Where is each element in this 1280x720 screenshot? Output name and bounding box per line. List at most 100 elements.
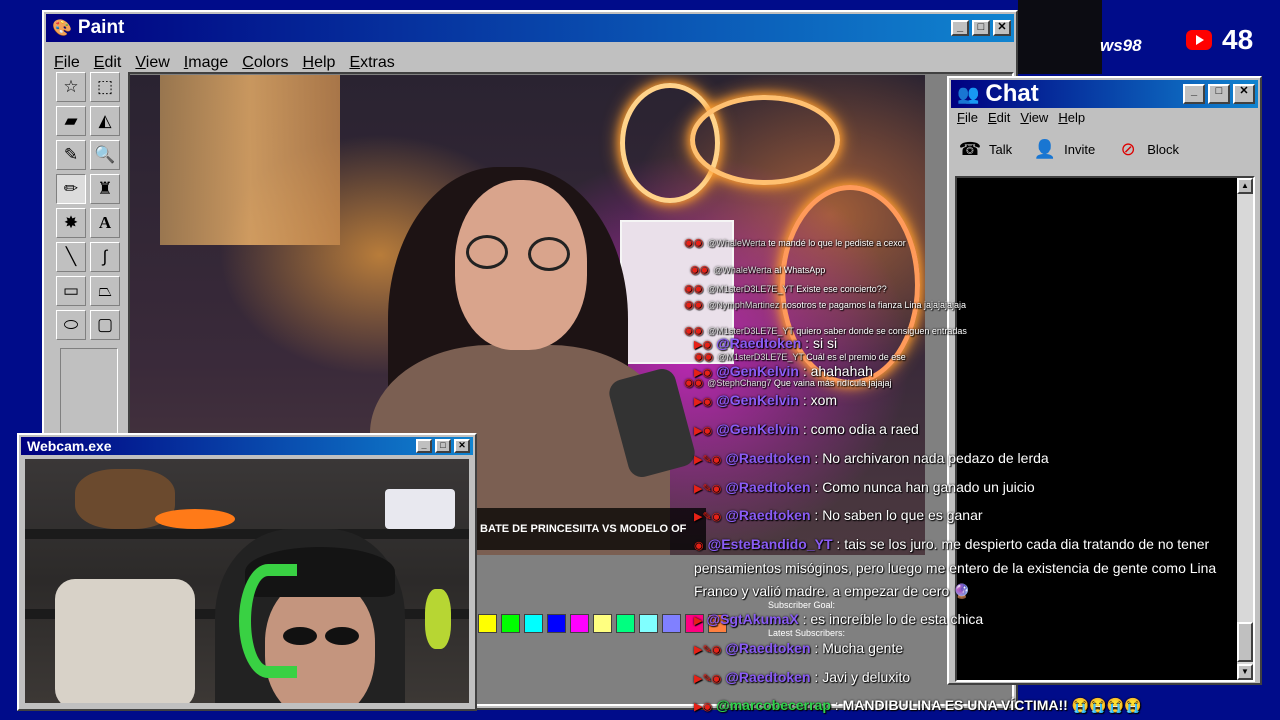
talk-button[interactable]: ☎ Talk xyxy=(957,134,1012,164)
close-button[interactable]: ✕ xyxy=(1233,84,1255,104)
chat-message: ▶✎◉ @Raedtoken : Javi y deluxito xyxy=(694,669,911,685)
chat-message: ▶◉ @GenKelvin : como odia a raed xyxy=(694,421,919,437)
top-dark-strip xyxy=(1018,0,1102,74)
glasses-left xyxy=(466,235,508,269)
palette-color[interactable] xyxy=(478,614,497,633)
palette-color[interactable] xyxy=(570,614,589,633)
chat-message-continued: pensamientos misóginos, pero luego me en… xyxy=(694,560,1217,576)
chat-toolbar: ☎ Talk 👤 Invite ⊘ Block xyxy=(957,134,1199,164)
chat-menubar: File Edit View Help xyxy=(957,110,1095,125)
menu-extras[interactable]: Extras xyxy=(349,54,394,72)
webcam-title: Webcam.exe xyxy=(27,438,112,454)
fill-bucket-icon[interactable]: ◭ xyxy=(90,106,120,136)
chat-message: ◉◉ @NymphMartinez nosotros te pagamos la … xyxy=(684,299,966,311)
badge-icons: ◉◉ xyxy=(690,264,710,276)
webcam-titlebar[interactable]: Webcam.exe _ □ ✕ xyxy=(21,437,473,455)
airbrush-icon[interactable]: ✸ xyxy=(56,208,86,238)
badge-icons: ▶✎◉ xyxy=(694,454,722,466)
close-button[interactable]: ✕ xyxy=(993,20,1011,36)
block-label: Block xyxy=(1147,141,1179,157)
palette-color[interactable] xyxy=(547,614,566,633)
chat-message-area[interactable]: ▲ ▼ xyxy=(955,176,1255,682)
chat-message: ◉◉ @WhaleWerta te mandé lo que le pediste… xyxy=(684,237,906,249)
chat-message-continued: Franco y valió madre. a empezar de cero … xyxy=(694,583,971,599)
minimize-button[interactable]: _ xyxy=(951,20,969,36)
window-blinds xyxy=(160,75,340,245)
menu-view[interactable]: View xyxy=(135,54,169,72)
palette-color[interactable] xyxy=(501,614,520,633)
chat-scrollbar[interactable]: ▲ ▼ xyxy=(1237,178,1253,680)
block-button[interactable]: ⊘ Block xyxy=(1115,134,1179,164)
menu-colors[interactable]: Colors xyxy=(242,54,288,72)
chat-message: ◉ @EsteBandido_YT : tais se los juro. me … xyxy=(694,536,1210,552)
chat-app-icon: 👥 xyxy=(957,83,980,104)
brush-icon[interactable]: ♜ xyxy=(90,174,120,204)
chair xyxy=(55,579,195,703)
talk-label: Talk xyxy=(989,141,1013,157)
badge-icons: ▶ xyxy=(694,615,703,627)
rounded-rect-tool-icon[interactable]: ▢ xyxy=(90,310,120,340)
text-tool-icon[interactable]: A xyxy=(90,208,120,238)
color-picker-icon[interactable]: ✎ xyxy=(56,140,86,170)
cam-shelf-top xyxy=(25,529,469,539)
badge-icons: ◉◉ xyxy=(684,299,704,311)
palette-color[interactable] xyxy=(662,614,681,633)
invite-button[interactable]: 👤 Invite xyxy=(1032,134,1095,164)
palette-color[interactable] xyxy=(593,614,612,633)
webcam-window: Webcam.exe _ □ ✕ xyxy=(17,433,477,711)
invite-label: Invite xyxy=(1064,141,1096,157)
maximize-button[interactable]: □ xyxy=(1208,84,1230,104)
chat-menu-edit[interactable]: Edit xyxy=(988,110,1010,125)
youtube-icon xyxy=(1186,30,1212,50)
palette-color[interactable] xyxy=(524,614,543,633)
chat-menu-view[interactable]: View xyxy=(1020,110,1048,125)
neon-sign-2 xyxy=(690,95,840,185)
paint-app-icon: 🎨 xyxy=(52,20,72,37)
ellipse-tool-icon[interactable]: ⬭ xyxy=(56,310,86,340)
eraser-icon[interactable]: ▰ xyxy=(56,106,86,136)
chat-menu-file[interactable]: File xyxy=(957,110,978,125)
minimize-button[interactable]: _ xyxy=(416,439,432,453)
line-tool-icon[interactable]: ╲ xyxy=(56,242,86,272)
menu-edit[interactable]: Edit xyxy=(94,54,122,72)
tool-panel: ☆ ⬚ ▰ ◭ ✎ 🔍 ✏ ♜ ✸ A ╲ ∫ ▭ ⏢ ⬭ ▢ xyxy=(52,72,126,434)
chat-message: ◉◉ @M1sterD3LE7E_YT Cuál es el premio de … xyxy=(694,351,906,363)
tool-options-box xyxy=(60,348,118,434)
menu-image[interactable]: Image xyxy=(184,54,228,72)
curve-tool-icon[interactable]: ∫ xyxy=(90,242,120,272)
close-button[interactable]: ✕ xyxy=(454,439,470,453)
free-select-icon[interactable]: ☆ xyxy=(56,72,86,102)
flowers xyxy=(155,509,235,529)
chat-menu-help[interactable]: Help xyxy=(1058,110,1085,125)
pencil-icon[interactable]: ✏ xyxy=(56,174,86,204)
badge-icons: ◉◉ xyxy=(694,351,714,363)
palette-color[interactable] xyxy=(639,614,658,633)
paint-menubar: File Edit View Image Colors Help Extras xyxy=(54,54,409,72)
webcam-feed xyxy=(25,459,469,703)
chat-titlebar[interactable]: 👥 Chat _ □ ✕ xyxy=(951,80,1258,108)
rectangle-tool-icon[interactable]: ▭ xyxy=(56,276,86,306)
chat-message: ◉◉ @StephChang7 Que vaina más ridícula ja… xyxy=(684,377,892,389)
sunglasses-right xyxy=(325,627,359,645)
scroll-thumb[interactable] xyxy=(1237,622,1253,662)
chat-message: ▶✎◉ @Raedtoken : Como nunca han ganado un… xyxy=(694,479,1035,495)
palette-color[interactable] xyxy=(616,614,635,633)
scroll-up-icon[interactable]: ▲ xyxy=(1237,178,1253,194)
polygon-tool-icon[interactable]: ⏢ xyxy=(90,276,120,306)
paint-titlebar[interactable]: 🎨 Paint _ □ ✕ xyxy=(46,14,1014,42)
badge-icons: ◉◉ xyxy=(684,283,704,295)
maximize-button[interactable]: □ xyxy=(435,439,451,453)
figurine xyxy=(425,589,451,649)
chat-message: ▶✎◉ @Raedtoken : No archivaron nada pedaz… xyxy=(694,450,1049,466)
rect-select-icon[interactable]: ⬚ xyxy=(90,72,120,102)
scroll-down-icon[interactable]: ▼ xyxy=(1237,664,1253,680)
badge-icons: ◉◉ xyxy=(684,237,704,249)
sunglasses-left xyxy=(283,627,317,645)
chat-message: ▶✎◉ @Raedtoken : No saben lo que es ganar xyxy=(694,507,983,523)
latest-subscribers-label: Latest Subscribers: xyxy=(768,628,846,638)
maximize-button[interactable]: □ xyxy=(972,20,990,36)
magnifier-icon[interactable]: 🔍 xyxy=(90,140,120,170)
menu-file[interactable]: File xyxy=(54,54,80,72)
menu-help[interactable]: Help xyxy=(303,54,336,72)
minimize-button[interactable]: _ xyxy=(1183,84,1205,104)
